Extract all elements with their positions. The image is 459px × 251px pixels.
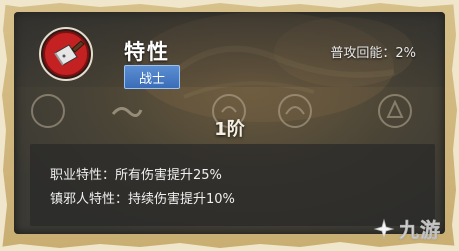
exorcist-trait-line: 镇邪人特性：持续伤害提升10% bbox=[50, 188, 235, 207]
stat-value: 2% bbox=[395, 46, 416, 61]
parchment-frame: 特性 战士 普攻回能：2% 1阶 职业特性：所有伤害提升25% 镇邪人特性：持续… bbox=[0, 0, 459, 251]
cleaver-emblem-icon bbox=[39, 27, 93, 81]
trait-title: 特性 bbox=[124, 40, 170, 64]
trait-panel: 特性 战士 普攻回能：2% 1阶 职业特性：所有伤害提升25% 镇邪人特性：持续… bbox=[14, 12, 445, 234]
exorcist-trait-text: 持续伤害提升10% bbox=[128, 192, 235, 207]
class-trait-line: 职业特性：所有伤害提升25% bbox=[50, 164, 222, 183]
exorcist-trait-label: 镇邪人特性： bbox=[50, 192, 129, 207]
torn-edge-top bbox=[0, 0, 459, 8]
jiuyou-logo-icon bbox=[373, 218, 395, 239]
trait-level: 1阶 bbox=[214, 119, 245, 140]
class-trait-label: 职业特性： bbox=[50, 168, 116, 183]
torn-edge-left bbox=[0, 0, 7, 251]
jiuyou-watermark: 九游 bbox=[373, 214, 441, 243]
attack-energy-stat: 普攻回能：2% bbox=[330, 42, 416, 61]
torn-edge-right bbox=[452, 0, 459, 251]
class-trait-text: 所有伤害提升25% bbox=[115, 168, 222, 183]
watermark-text: 九游 bbox=[399, 218, 441, 243]
stat-label: 普攻回能： bbox=[330, 46, 396, 61]
